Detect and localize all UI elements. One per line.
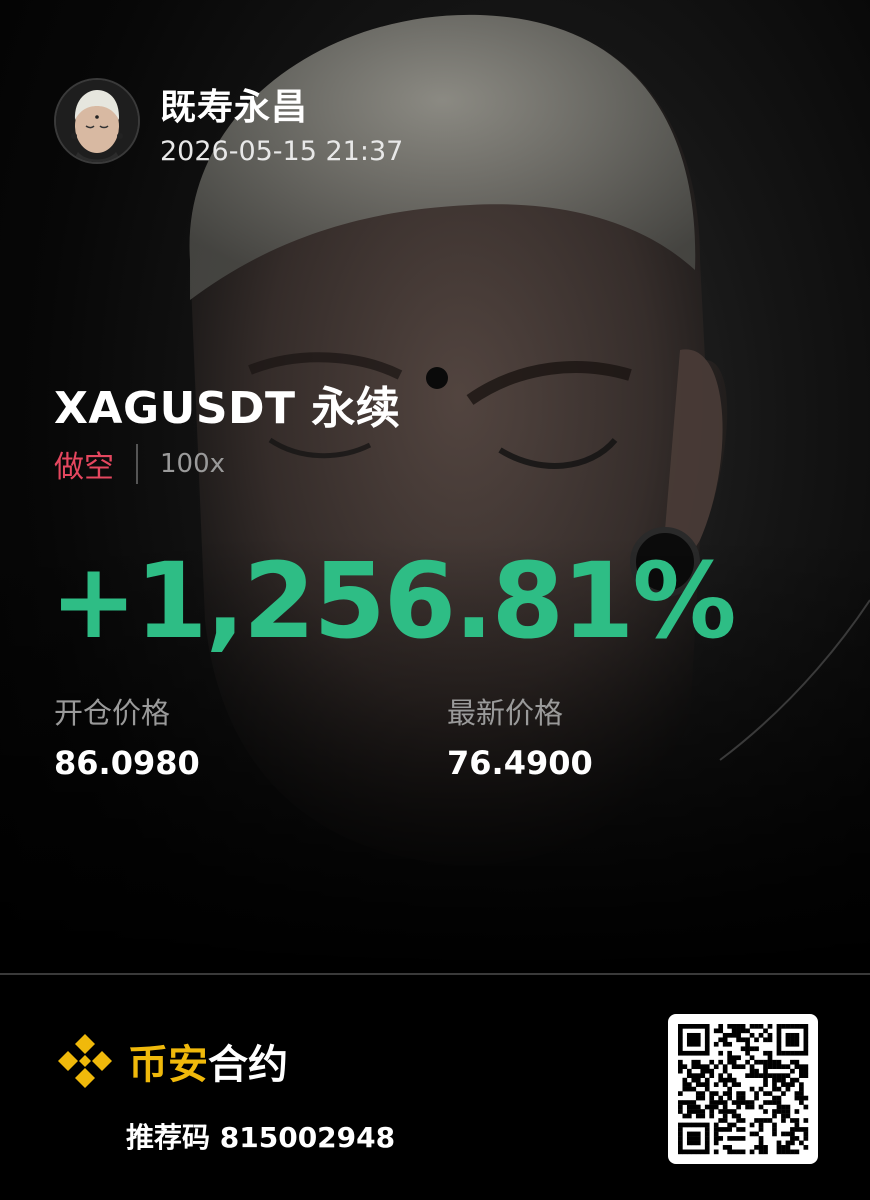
entry-price-label: 开仓价格 [54,696,171,730]
username: 既寿永昌 [160,87,309,128]
binance-logo-icon [58,1034,112,1088]
referral-code: 推荐码 815002948 [126,1116,395,1156]
last-price-value: 76.4900 [447,744,593,782]
leverage: 100x [160,449,226,479]
pnl-share-card: 既寿永昌 2026-05-15 21:37 XAGUSDT 永续 做空 100x… [0,0,870,1200]
pnl-percent: +1,256.81% [50,540,737,662]
entry-price-value: 86.0980 [54,744,200,782]
referral-code-value: 815002948 [219,1121,396,1154]
last-price-label: 最新价格 [447,696,564,730]
qr-code[interactable] [668,1014,818,1164]
share-timestamp: 2026-05-15 21:37 [160,136,404,167]
brand-name-part2: 合约 [208,1042,288,1088]
referral-label: 推荐码 [126,1121,211,1154]
user-avatar [54,78,140,164]
position-info-row: 做空 100x [54,444,226,485]
contract-symbol: XAGUSDT 永续 [54,383,401,434]
brand-name-part1: 币安 [128,1042,208,1088]
qr-code-icon [678,1024,809,1155]
brand-logo: 币安合约 [54,1030,288,1092]
divider [136,444,138,484]
avatar-icon [56,80,138,162]
footer-divider [0,973,870,975]
position-side: 做空 [54,450,114,485]
